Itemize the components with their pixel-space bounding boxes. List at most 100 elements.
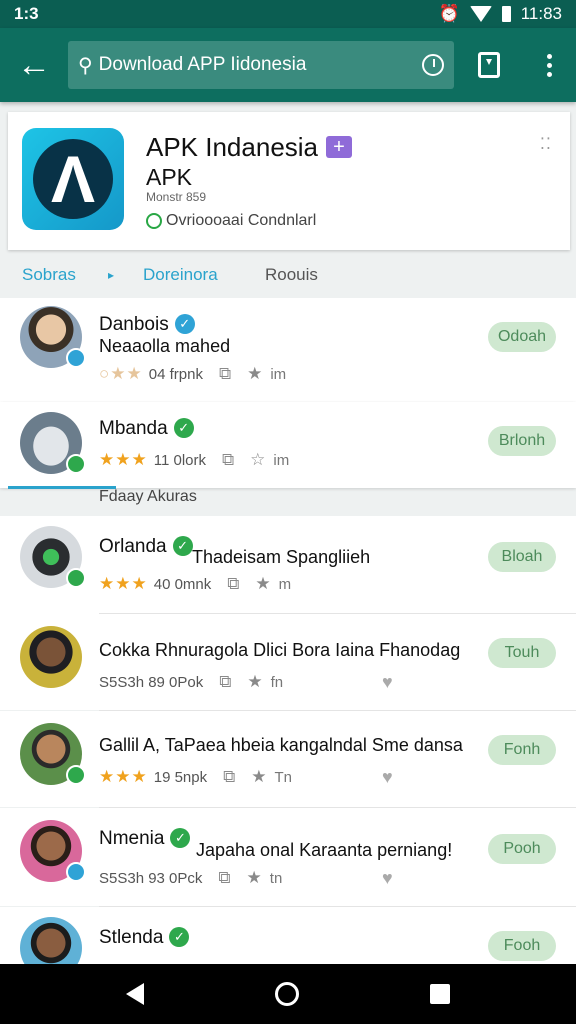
verified-badge-icon — [66, 765, 86, 785]
share-icon[interactable]: ⧉ — [219, 672, 231, 692]
history-icon[interactable] — [422, 54, 444, 76]
star-icon[interactable]: ★ — [247, 868, 262, 888]
list-item[interactable]: Cokka Rhnuragola Dlici Bora Iaina Fhanod… — [0, 614, 576, 710]
avatar — [20, 412, 86, 474]
share-icon[interactable]: ⧉ — [218, 868, 230, 888]
heart-icon[interactable]: ♥ — [382, 767, 393, 788]
app-status: Ovrioooaai Condnlarl — [146, 212, 316, 230]
star-icon[interactable]: ★ — [255, 574, 270, 594]
heart-icon[interactable]: ♥ — [382, 868, 393, 889]
list-item[interactable]: Orlanda ✓ Thadeisam Spangliieh ★★★ 40 0mn… — [0, 516, 576, 614]
list-item[interactable]: Mbanda ✓ ★★★ 11 0lork ⧉ ☆ im Brlonh — [0, 402, 576, 488]
verified-badge-icon — [66, 348, 86, 368]
rating-stars-icon: ★★★ — [99, 767, 148, 786]
share-icon[interactable]: ⧉ — [223, 767, 235, 787]
tab-arrow-icon: ▸ — [108, 268, 115, 282]
status-check-icon — [146, 213, 162, 229]
share-icon[interactable]: ⧉ — [219, 364, 231, 384]
item-meta: ★★★ 40 0mnk ⧉ ★ m — [99, 574, 292, 594]
star-icon[interactable]: ☆ — [250, 450, 265, 470]
action-button[interactable]: Touh — [488, 638, 556, 668]
item-name: Orlanda ✓ — [99, 536, 193, 558]
action-button[interactable]: Odoah — [488, 322, 556, 352]
item-meta: ★★★ 11 0lork ⧉ ☆ im — [99, 450, 290, 470]
status-left-text: 1:3 — [14, 4, 39, 23]
avatar — [20, 723, 86, 785]
nav-home-icon[interactable] — [274, 982, 299, 1006]
list-item[interactable]: Danbois ✓ Neaaolla mahed ○★★ 04 frpnk ⧉ ★… — [0, 298, 576, 402]
app-subtitle: APK — [146, 164, 193, 190]
heart-icon[interactable]: ♥ — [382, 672, 393, 693]
app-version: Monstr 859 — [146, 190, 207, 204]
tab-sources[interactable]: Sobras — [22, 265, 76, 285]
item-meta: ★★★ 19 5npk ⧉ ★ Tn — [99, 767, 293, 787]
avatar — [20, 917, 82, 964]
status-time: 11:83 — [520, 4, 562, 23]
card-menu-icon[interactable]: ⁚⁚ — [540, 134, 552, 154]
navigation-bar — [0, 964, 576, 1024]
action-button[interactable]: Fooh — [488, 931, 556, 961]
toolbar: ← ⚲ Download APP Iidonesia — [0, 28, 576, 102]
item-meta: S5S3h 89 0Pok ⧉ ★ fn — [99, 672, 284, 692]
action-button[interactable]: Brlonh — [488, 426, 556, 456]
back-arrow-icon[interactable]: ← — [0, 28, 68, 102]
star-icon[interactable]: ★ — [247, 364, 262, 384]
search-query[interactable]: Download APP Iidonesia — [99, 54, 422, 76]
tab-bar: Sobras ▸ Doreinora Roouis — [0, 256, 576, 296]
avatar — [20, 306, 86, 368]
share-icon[interactable]: ⧉ — [227, 574, 239, 594]
star-icon[interactable]: ★ — [251, 767, 266, 787]
tab-downloads[interactable]: Doreinora — [143, 265, 218, 285]
more-options-icon[interactable] — [524, 28, 574, 102]
verified-badge-icon — [66, 454, 86, 474]
app-header-card: Λ APK Indanesia + APK Monstr 859 Ovrioooa… — [8, 112, 570, 250]
item-meta: S5S3h 93 0Pck ⧉ ★ tn — [99, 868, 283, 888]
avatar — [20, 526, 86, 588]
app-status-text: Ovrioooaai Condnlarl — [166, 212, 317, 229]
app-logo-icon: Λ — [22, 128, 124, 230]
rating-stars-icon: ○★★ — [99, 364, 143, 383]
rating-stars-icon: ★★★ — [99, 574, 148, 593]
action-button[interactable]: Fonh — [488, 735, 556, 765]
verified-check-icon: ✓ — [173, 418, 194, 438]
share-icon[interactable]: ⧉ — [222, 450, 234, 470]
item-name: Mbanda ✓ — [99, 418, 194, 440]
item-name: Nmenia ✓ — [99, 828, 191, 850]
list-item[interactable]: Gallil A, TaPaea hbeia kangalndal Sme da… — [0, 711, 576, 807]
verified-check-icon: ✓ — [172, 536, 193, 556]
item-desc: Thadeisam Spangliieh — [192, 547, 371, 567]
list-item[interactable]: Nmenia ✓ Japaha onal Karaanta perniang! S… — [0, 808, 576, 906]
item-meta: ○★★ 04 frpnk ⧉ ★ im — [99, 364, 287, 384]
verified-check-icon: ✓ — [174, 314, 195, 334]
status-bar: 1:3 ⏰ 11:83 — [0, 0, 576, 28]
nav-recents-icon[interactable] — [430, 984, 451, 1004]
app-title: APK Indanesia + — [146, 132, 353, 163]
plus-badge-icon[interactable]: + — [326, 136, 353, 158]
list-item[interactable]: Stlenda ✓ Fooh — [0, 907, 576, 964]
action-button[interactable]: Pooh — [488, 834, 556, 864]
bookmark-button[interactable] — [454, 28, 524, 102]
wifi-icon — [469, 6, 492, 22]
item-name: Gallil A, TaPaea hbeia kangalndal Sme da… — [99, 735, 463, 755]
item-desc: Neaaolla mahed — [99, 336, 231, 356]
item-name: Stlenda ✓ — [99, 927, 190, 949]
avatar — [20, 626, 82, 688]
action-button[interactable]: Bloah — [488, 542, 556, 572]
verified-check-icon: ✓ — [169, 927, 190, 947]
verified-badge-icon — [66, 568, 86, 588]
search-bar[interactable]: ⚲ Download APP Iidonesia — [68, 41, 454, 89]
section-label: Fdaay Akuras — [99, 488, 197, 505]
nav-back-icon[interactable] — [125, 983, 144, 1005]
tab-reviews[interactable]: Roouis — [265, 265, 318, 285]
star-icon[interactable]: ★ — [247, 672, 262, 692]
avatar — [20, 820, 86, 882]
search-icon: ⚲ — [78, 54, 93, 77]
verified-badge-icon — [66, 862, 86, 882]
rating-stars-icon: ★★★ — [99, 450, 148, 469]
item-name: Danbois ✓ — [99, 314, 195, 336]
alarm-icon: ⏰ — [438, 4, 460, 23]
item-desc: Japaha onal Karaanta perniang! — [196, 840, 453, 860]
item-name: Cokka Rhnuragola Dlici Bora Iaina Fhanod… — [99, 640, 461, 660]
battery-icon — [501, 6, 511, 22]
bookmark-icon — [478, 52, 500, 78]
